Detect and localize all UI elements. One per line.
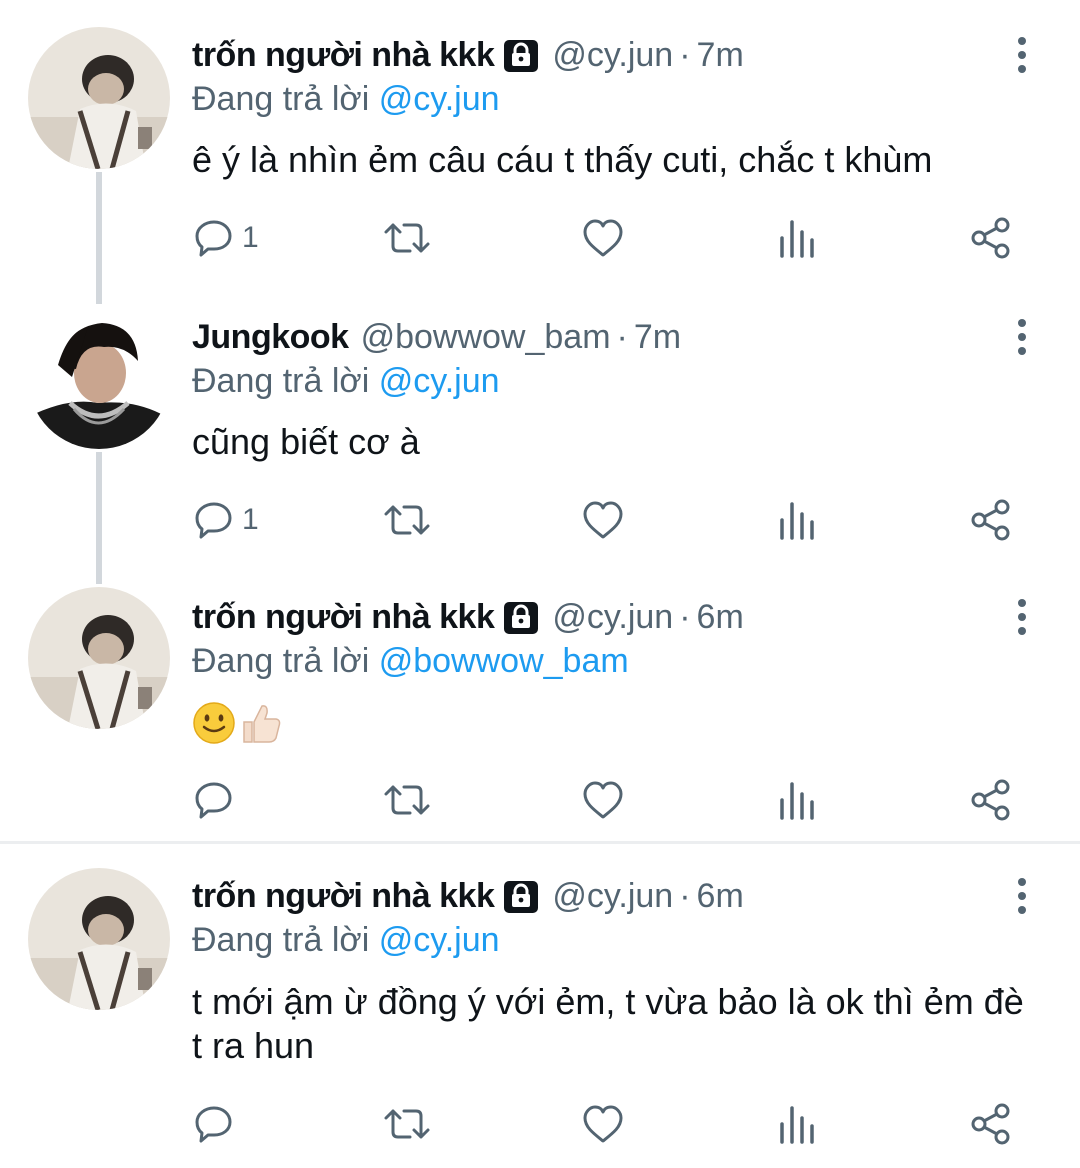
reply-target-link[interactable]: @cy.jun [379,80,500,118]
reply-prefix: Đang trả lời [192,80,370,118]
replying-to: Đang trả lời @cy.jun [192,921,500,960]
handle[interactable]: @cy.jun [552,598,673,637]
handle[interactable]: @bowwow_bam [361,318,611,357]
speech-bubble-icon [192,216,236,260]
speech-bubble-icon [192,778,236,822]
bar-chart-icon [777,778,817,822]
retweet-button[interactable] [382,490,432,550]
share-button[interactable] [969,770,1013,830]
views-button[interactable] [777,770,817,830]
more-options-icon[interactable] [1004,597,1040,637]
reply-target-link[interactable]: @bowwow_bam [379,642,629,680]
views-button[interactable] [777,490,817,550]
heart-icon [580,778,626,822]
replying-to: Đang trả lời @cy.jun [192,362,500,401]
tweet[interactable]: trốn người nhà kkk @cy.jun · 6m Đang trả… [0,844,1080,1168]
replying-to: Đang trả lời @cy.jun [192,80,500,119]
tweet[interactable]: trốn người nhà kkk @cy.jun · 6m Đang trả… [0,562,1080,842]
share-icon [969,216,1013,260]
like-button[interactable] [580,208,626,268]
timestamp[interactable]: 6m [697,877,744,916]
heart-icon [580,498,626,542]
display-name[interactable]: trốn người nhà kkk [192,877,495,916]
action-bar [192,1094,1032,1154]
like-button[interactable] [580,490,626,550]
more-options-icon[interactable] [1004,317,1040,357]
avatar[interactable] [28,587,170,729]
share-button[interactable] [969,208,1013,268]
more-options-icon[interactable] [1004,876,1040,916]
more-options-icon[interactable] [1004,35,1040,75]
display-name[interactable]: Jungkook [192,318,349,357]
reply-button[interactable] [192,770,242,830]
reply-button[interactable]: 1 [192,208,259,268]
share-icon [969,778,1013,822]
reply-prefix: Đang trả lời [192,362,370,400]
timestamp[interactable]: 7m [697,36,744,75]
handle[interactable]: @cy.jun [552,877,673,916]
retweet-icon [382,1102,432,1146]
bar-chart-icon [777,216,817,260]
retweet-button[interactable] [382,208,432,268]
retweet-icon [382,778,432,822]
tweet-text: t mới ậm ừ đồng ý với ẻm, t vừa bảo là o… [192,981,1024,1066]
avatar[interactable] [28,307,170,449]
separator-dot: · [679,597,691,636]
reply-prefix: Đang trả lời [192,642,370,680]
heart-icon [580,1102,626,1146]
lock-icon [502,36,540,74]
tweet[interactable]: trốn người nhà kkk @cy.jun · 7m Đang trả… [0,0,1080,282]
avatar[interactable] [28,868,170,1010]
separator-dot: · [679,35,691,74]
retweet-icon [382,216,432,260]
reply-button[interactable] [192,1094,242,1154]
action-bar: 1 [192,490,1032,550]
bar-chart-icon [777,1102,817,1146]
share-icon [969,1102,1013,1146]
tweet-text: 🙂👍🏻 [192,700,1032,756]
share-icon [969,498,1013,542]
retweet-icon [382,498,432,542]
speech-bubble-icon [192,1102,236,1146]
reply-prefix: Đang trả lời [192,921,370,959]
tweet-text: ê ý là nhìn ẻm câu cáu t thấy cuti, chắc… [192,139,933,180]
display-name[interactable]: trốn người nhà kkk [192,36,495,75]
retweet-button[interactable] [382,1094,432,1154]
handle[interactable]: @cy.jun [552,36,673,75]
smiling-face-emoji [192,701,236,755]
share-button[interactable] [969,1094,1013,1154]
retweet-button[interactable] [382,770,432,830]
action-bar [192,770,1032,830]
like-button[interactable] [580,770,626,830]
speech-bubble-icon [192,498,236,542]
tweet-text: cũng biết cơ à [192,421,420,462]
share-button[interactable] [969,490,1013,550]
timestamp[interactable]: 6m [697,598,744,637]
separator-dot: · [679,876,691,915]
thumbs-up-emoji [238,700,284,756]
like-button[interactable] [580,1094,626,1154]
lock-icon [502,598,540,636]
reply-target-link[interactable]: @cy.jun [379,921,500,959]
bar-chart-icon [777,498,817,542]
reply-count: 1 [242,503,259,536]
reply-button[interactable]: 1 [192,490,259,550]
replying-to: Đang trả lời @bowwow_bam [192,642,629,681]
avatar[interactable] [28,27,170,169]
reply-count: 1 [242,221,259,254]
views-button[interactable] [777,208,817,268]
timestamp[interactable]: 7m [634,318,681,357]
tweet[interactable]: Jungkook @bowwow_bam · 7m Đang trả lời @… [0,282,1080,562]
separator-dot: · [616,317,628,356]
views-button[interactable] [777,1094,817,1154]
heart-icon [580,216,626,260]
action-bar: 1 [192,208,1032,268]
reply-target-link[interactable]: @cy.jun [379,362,500,400]
lock-icon [502,877,540,915]
display-name[interactable]: trốn người nhà kkk [192,598,495,637]
